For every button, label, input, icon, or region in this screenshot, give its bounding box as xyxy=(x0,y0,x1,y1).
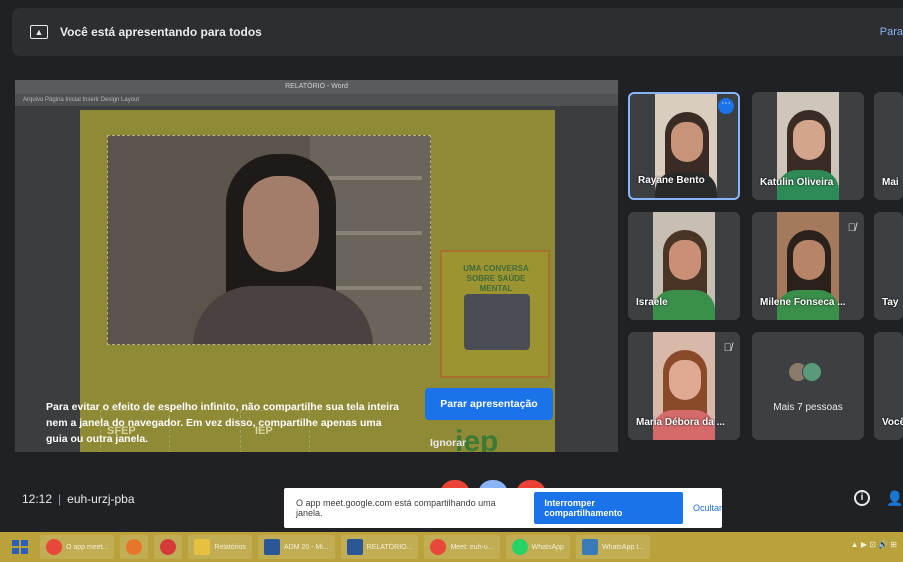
present-to-all-icon: ▲ xyxy=(30,25,48,39)
event-poster: UMA CONVERSA SOBRE SAÚDE MENTAL xyxy=(440,250,550,378)
ignore-button[interactable]: Ignorar xyxy=(430,437,466,449)
poster-photo xyxy=(464,294,530,350)
participant-name: Israele xyxy=(636,297,668,308)
sharing-notification: O app meet.google.com está compartilhand… xyxy=(284,488,722,528)
participant-name: Katulin Oliveira xyxy=(760,177,834,188)
separator: | xyxy=(58,492,62,506)
participant-tile[interactable]: 🎙̸ Maria Débora da ... xyxy=(628,332,740,440)
participant-tile[interactable]: Katulin Oliveira xyxy=(752,92,864,200)
taskbar-item-word-2[interactable]: RELATÓRIO... xyxy=(340,535,419,559)
meeting-info: 12:12 | euh-urzj-pba xyxy=(22,492,135,506)
avatar xyxy=(802,362,822,382)
taskbar-item-word-1[interactable]: ADM 20 - Mi... xyxy=(257,535,335,559)
participant-tile[interactable]: Israele xyxy=(628,212,740,320)
whatsapp-icon xyxy=(511,539,528,555)
participant-name: Você xyxy=(882,417,903,428)
taskbar-item-firefox[interactable] xyxy=(120,535,149,559)
participant-tile[interactable]: Você xyxy=(874,332,903,440)
system-tray[interactable]: ▲ ▶ ⊡ 🔊 ⊞ xyxy=(851,540,897,549)
word-icon xyxy=(263,539,280,555)
chrome-icon xyxy=(430,539,447,555)
mic-off-icon: 🎙̸ xyxy=(847,222,856,234)
stop-presenting-button[interactable]: Parar apresentação xyxy=(425,388,553,420)
participant-name: Maria Débora da ... xyxy=(636,417,725,428)
taskbar-item-whatsapp-web[interactable]: WhatsApp I... xyxy=(575,535,650,559)
presenting-banner: ▲ Você está apresentando para todos Para xyxy=(12,8,903,56)
banner-right-link[interactable]: Para xyxy=(880,26,903,38)
meeting-time: 12:12 xyxy=(22,492,53,506)
people-icon[interactable]: 👤 xyxy=(886,490,903,507)
monitor-icon xyxy=(581,539,598,555)
folder-icon xyxy=(194,539,211,555)
mirror-warning-text: Para evitar o efeito de espelho infinito… xyxy=(46,401,400,445)
stop-sharing-button[interactable]: Interromper compartilhamento xyxy=(534,492,683,524)
info-icon[interactable]: i xyxy=(854,490,870,506)
meeting-code: euh-urzj-pba xyxy=(67,492,135,506)
participant-tile[interactable]: Tay xyxy=(874,212,903,320)
taskbar-item-folder[interactable]: Relatórios xyxy=(188,535,252,559)
doc-ribbon: Arquivo Página Inicial Inserir Design La… xyxy=(15,94,618,106)
more-people-tile[interactable]: Mais 7 pessoas xyxy=(752,332,864,440)
mini-avatars xyxy=(788,362,822,382)
taskbar-item-chrome-meet[interactable]: O app meet... xyxy=(40,535,115,559)
participant-name: Tay xyxy=(882,297,899,308)
participant-tile[interactable]: Mai xyxy=(874,92,903,200)
participant-tile[interactable]: ⋯ Rayane Bento xyxy=(628,92,740,200)
participant-name: Milene Fonseca ... xyxy=(760,297,846,308)
participant-tile[interactable]: 🎙̸ Milene Fonseca ... xyxy=(752,212,864,320)
windows-taskbar: O app meet... Relatórios ADM 20 - Mi... … xyxy=(0,532,903,562)
chrome-icon xyxy=(46,539,62,555)
taskbar-item-chrome-meet-2[interactable]: Meet: euh-u... xyxy=(424,535,500,559)
taskbar-item-whatsapp[interactable]: WhatsApp xyxy=(505,535,570,559)
participant-name: Rayane Bento xyxy=(638,175,705,186)
poster-title: UMA CONVERSA SOBRE SAÚDE MENTAL xyxy=(463,264,529,293)
doc-window-title: RELATÓRIO - Word xyxy=(15,80,618,94)
word-icon xyxy=(346,539,363,555)
more-people-label: Mais 7 pessoas xyxy=(773,402,843,413)
participant-name: Mai xyxy=(882,177,899,188)
more-options-icon[interactable]: ⋯ xyxy=(718,98,734,114)
sharing-notification-text: O app meet.google.com está compartilhand… xyxy=(296,498,496,518)
windows-start-icon[interactable] xyxy=(6,536,34,558)
presenter-camera xyxy=(107,135,431,345)
mic-off-icon: 🎙̸ xyxy=(723,342,732,354)
firefox-icon xyxy=(126,539,143,555)
taskbar-item-opera[interactable] xyxy=(154,535,183,559)
presenting-banner-text: Você está apresentando para todos xyxy=(60,25,262,39)
opera-icon xyxy=(160,539,177,555)
hide-notification-button[interactable]: Ocultar xyxy=(693,503,722,513)
